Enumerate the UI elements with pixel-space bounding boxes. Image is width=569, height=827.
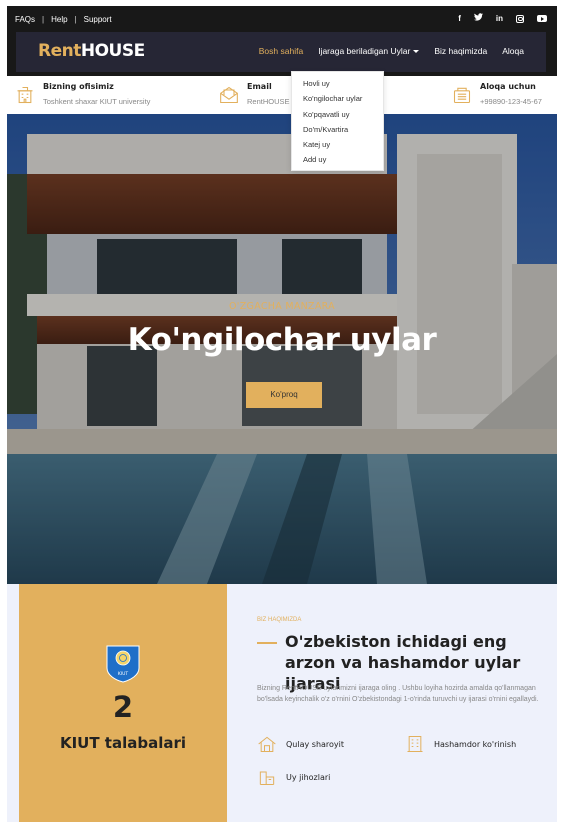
brand-part-rent: Rent (38, 41, 81, 61)
office-address: Toshkent shaxar KIUT university (43, 97, 151, 106)
email-value[interactable]: RentHOUSE (247, 97, 290, 106)
feature-furniture: Uy jihozlari (257, 767, 330, 787)
feature-luxury-label: Hashamdor ko'rinish (434, 739, 517, 749)
feature-furniture-label: Uy jihozlari (286, 772, 331, 782)
nav-about[interactable]: Biz haqimizda (434, 46, 487, 56)
mail-icon (220, 86, 238, 104)
heading-accent-line (257, 642, 277, 644)
rentals-dropdown-menu: Hovli uy Ko'ngilochar uylar Ko'pqavatli … (291, 71, 384, 171)
stat-label: KIUT talabalari (59, 734, 187, 752)
brand-part-house: HOUSE (80, 41, 145, 61)
faqs-link[interactable]: FAQs (15, 15, 35, 24)
hero-title: Ko'ngilochar uylar (127, 322, 437, 358)
kiut-shield-logo: KIUT (106, 645, 140, 683)
office-title: Bizning ofisimiz (43, 82, 114, 91)
feature-comfort: Qulay sharoyit (257, 734, 344, 754)
info-email: Email RentHOUSE (219, 80, 290, 106)
support-link[interactable]: Support (84, 15, 112, 24)
info-contact: Aloqa uchun +99890-123-45-67 (452, 80, 542, 106)
brand-logo[interactable]: RentHOUSE (38, 41, 145, 61)
nav-home[interactable]: Bosh sahifa (259, 46, 303, 56)
info-office: Bizning ofisimiz Toshkent shaxar KIUT un… (15, 80, 150, 106)
facebook-icon[interactable]: f (458, 13, 461, 24)
hero-more-button[interactable]: Ko'proq (246, 382, 322, 408)
feature-comfort-label: Qulay sharoyit (286, 739, 345, 749)
main-menu: Bosh sahifa Ijaraga beriladigan Uylar Bi… (259, 46, 524, 56)
about-paragraph: Bizning RentHOUSE uylarimizni ijaraga ol… (257, 685, 539, 703)
top-links: FAQs | Help | Support (15, 15, 112, 24)
separator: | (42, 14, 45, 24)
separator: | (74, 14, 77, 24)
navbar: RentHOUSE Bosh sahifa Ijaraga beriladiga… (16, 32, 546, 72)
apartment-icon (407, 736, 423, 752)
linkedin-icon[interactable]: in (496, 13, 503, 24)
phone-icon (453, 87, 471, 104)
nav-contact[interactable]: Aloqa (502, 46, 524, 56)
nav-rentals-dropdown[interactable]: Ijaraga beriladigan Uylar (318, 46, 420, 56)
youtube-icon[interactable] (537, 15, 547, 22)
stat-number: 2 (112, 690, 134, 724)
dropdown-item-hovli[interactable]: Hovli uy (292, 79, 383, 94)
instagram-icon[interactable] (516, 14, 524, 23)
stat-card: KIUT 2 KIUT talabalari (19, 584, 227, 822)
social-links: f in (458, 13, 547, 24)
contact-phone[interactable]: +99890-123-45-67 (480, 97, 542, 106)
hero-kicker: O'ZGACHA MANZARA (229, 301, 335, 312)
caret-down-icon (413, 50, 420, 53)
furniture-icon (259, 771, 275, 785)
dropdown-item-katej[interactable]: Katej uy (292, 140, 383, 155)
dropdown-item-kongilochar[interactable]: Ko'ngilochar uylar (292, 94, 383, 109)
contact-title: Aloqa uchun (480, 82, 536, 91)
dropdown-item-kopqavatli[interactable]: Ko'pqavatli uy (292, 110, 383, 125)
building-icon (17, 86, 33, 104)
help-link[interactable]: Help (51, 15, 67, 24)
house-icon (258, 736, 276, 752)
about-section: KIUT 2 KIUT talabalari BIZ HAQIMIZDA O'z… (7, 584, 557, 822)
dropdown-item-kvartira[interactable]: Do'm/Kvartira (292, 125, 383, 140)
email-title: Email (247, 82, 272, 91)
navbar-wrapper: RentHOUSE Bosh sahifa Ijaraga beriladiga… (7, 32, 557, 76)
page: FAQs | Help | Support f in RentHOUSE Bos… (7, 6, 557, 822)
dropdown-item-add[interactable]: Add uy (292, 155, 383, 170)
nav-rentals-label: Ijaraga beriladigan Uylar (318, 46, 411, 56)
hero-banner: O'ZGACHA MANZARA Ko'ngilochar uylar Ko'p… (7, 114, 557, 584)
kiut-badge-text: KIUT (118, 671, 129, 677)
top-bar: FAQs | Help | Support f in (7, 6, 557, 32)
feature-luxury: Hashamdor ko'rinish (405, 734, 516, 754)
about-kicker: BIZ HAQIMIZDA (257, 617, 302, 623)
info-bar: Bizning ofisimiz Toshkent shaxar KIUT un… (7, 76, 557, 114)
twitter-icon[interactable] (473, 13, 483, 24)
